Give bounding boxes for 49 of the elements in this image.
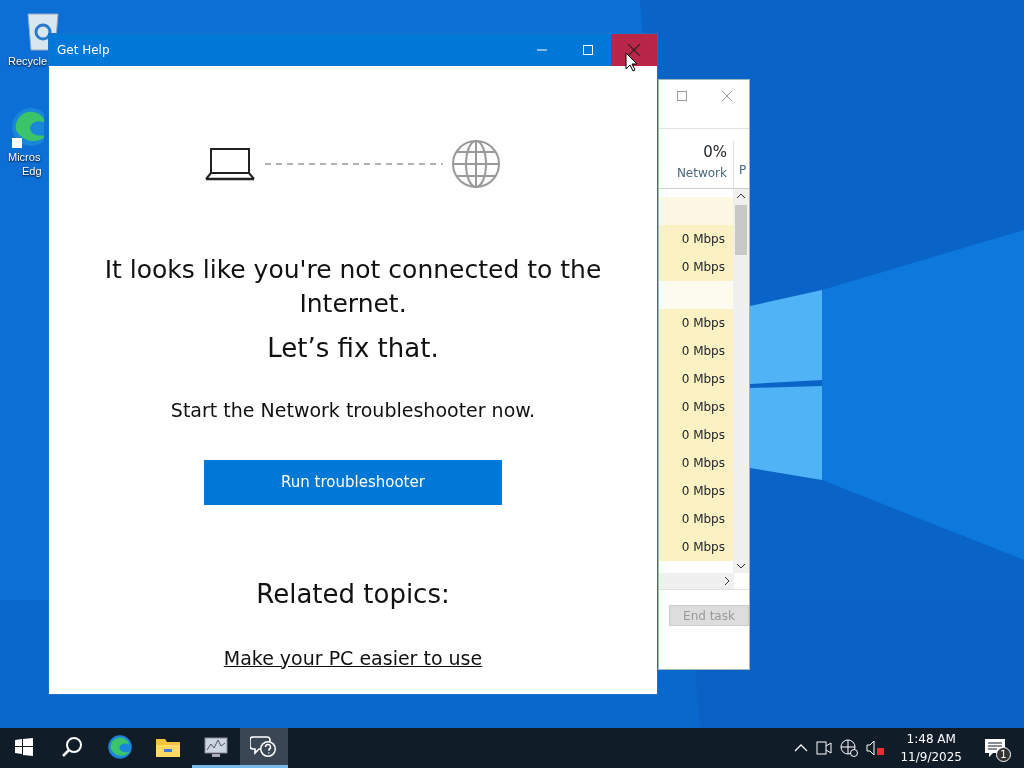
monitor-chart-icon[interactable] <box>204 735 228 758</box>
speaker-muted-icon[interactable] <box>866 740 887 756</box>
scrollbar-thumb[interactable] <box>735 205 747 255</box>
edge-icon[interactable] <box>107 733 133 760</box>
minimize-icon <box>537 49 547 51</box>
heading: It looks like you're not connected to the Internet. <box>103 254 603 320</box>
help-chat-icon[interactable] <box>250 733 278 760</box>
prompt-text: Start the Network troubleshooter now. <box>169 398 537 423</box>
notification-count: 1 <box>996 747 1011 762</box>
table-cell-text: 0 Mbps <box>681 511 725 528</box>
maximize-icon <box>583 45 593 55</box>
window-title: Get Help <box>56 42 110 59</box>
table-cell-text: 0 Mbps <box>681 539 725 556</box>
folder-icon[interactable] <box>156 736 180 757</box>
table-cell-text: 0 Mbps <box>681 483 725 500</box>
table-cell-text: 0 Mbps <box>681 343 725 360</box>
column-header[interactable]: Network <box>659 163 727 182</box>
scrollbar[interactable] <box>733 189 749 573</box>
table-cell-text: 0 Mbps <box>681 371 725 388</box>
mouse-cursor <box>625 52 638 72</box>
clock-time[interactable]: 1:48 AM <box>900 730 962 748</box>
close-button[interactable] <box>611 34 657 66</box>
icon-label: Recycle <box>8 54 48 68</box>
clock-date[interactable]: 11/9/2025 <box>900 748 962 766</box>
related-topics-heading: Related topics: <box>255 577 451 611</box>
camera-icon[interactable] <box>816 740 833 756</box>
table-cell-text: 0 Mbps <box>681 399 725 416</box>
chevron-up-icon[interactable] <box>794 743 809 753</box>
icon-label: Micros <box>8 150 41 164</box>
table-cell-text: 0 Mbps <box>681 427 725 444</box>
edge-icon <box>10 106 44 148</box>
table-cell-text: 0 Mbps <box>681 315 725 332</box>
search-icon[interactable] <box>61 735 83 758</box>
globe-icon <box>451 139 501 189</box>
column-header[interactable]: P <box>734 141 747 188</box>
close-icon <box>721 91 732 101</box>
laptop-icon <box>205 146 255 182</box>
run-troubleshooter-button[interactable]: Run troubleshooter <box>204 459 502 505</box>
close-icon <box>628 44 640 56</box>
subheading: Let’s fix that. <box>266 332 440 365</box>
table-cell-text: 0 Mbps <box>681 259 725 276</box>
icon-label: Edg <box>22 164 42 178</box>
maximize-icon <box>676 91 687 101</box>
table-cell-text: 0 Mbps <box>681 455 725 472</box>
column-total: 0% <box>702 142 727 163</box>
start-icon[interactable] <box>15 737 33 756</box>
network-globe-icon[interactable] <box>840 739 859 757</box>
table-cell-text: 0 Mbps <box>681 231 725 248</box>
topic-link[interactable]: Make your PC easier to use <box>223 646 483 669</box>
